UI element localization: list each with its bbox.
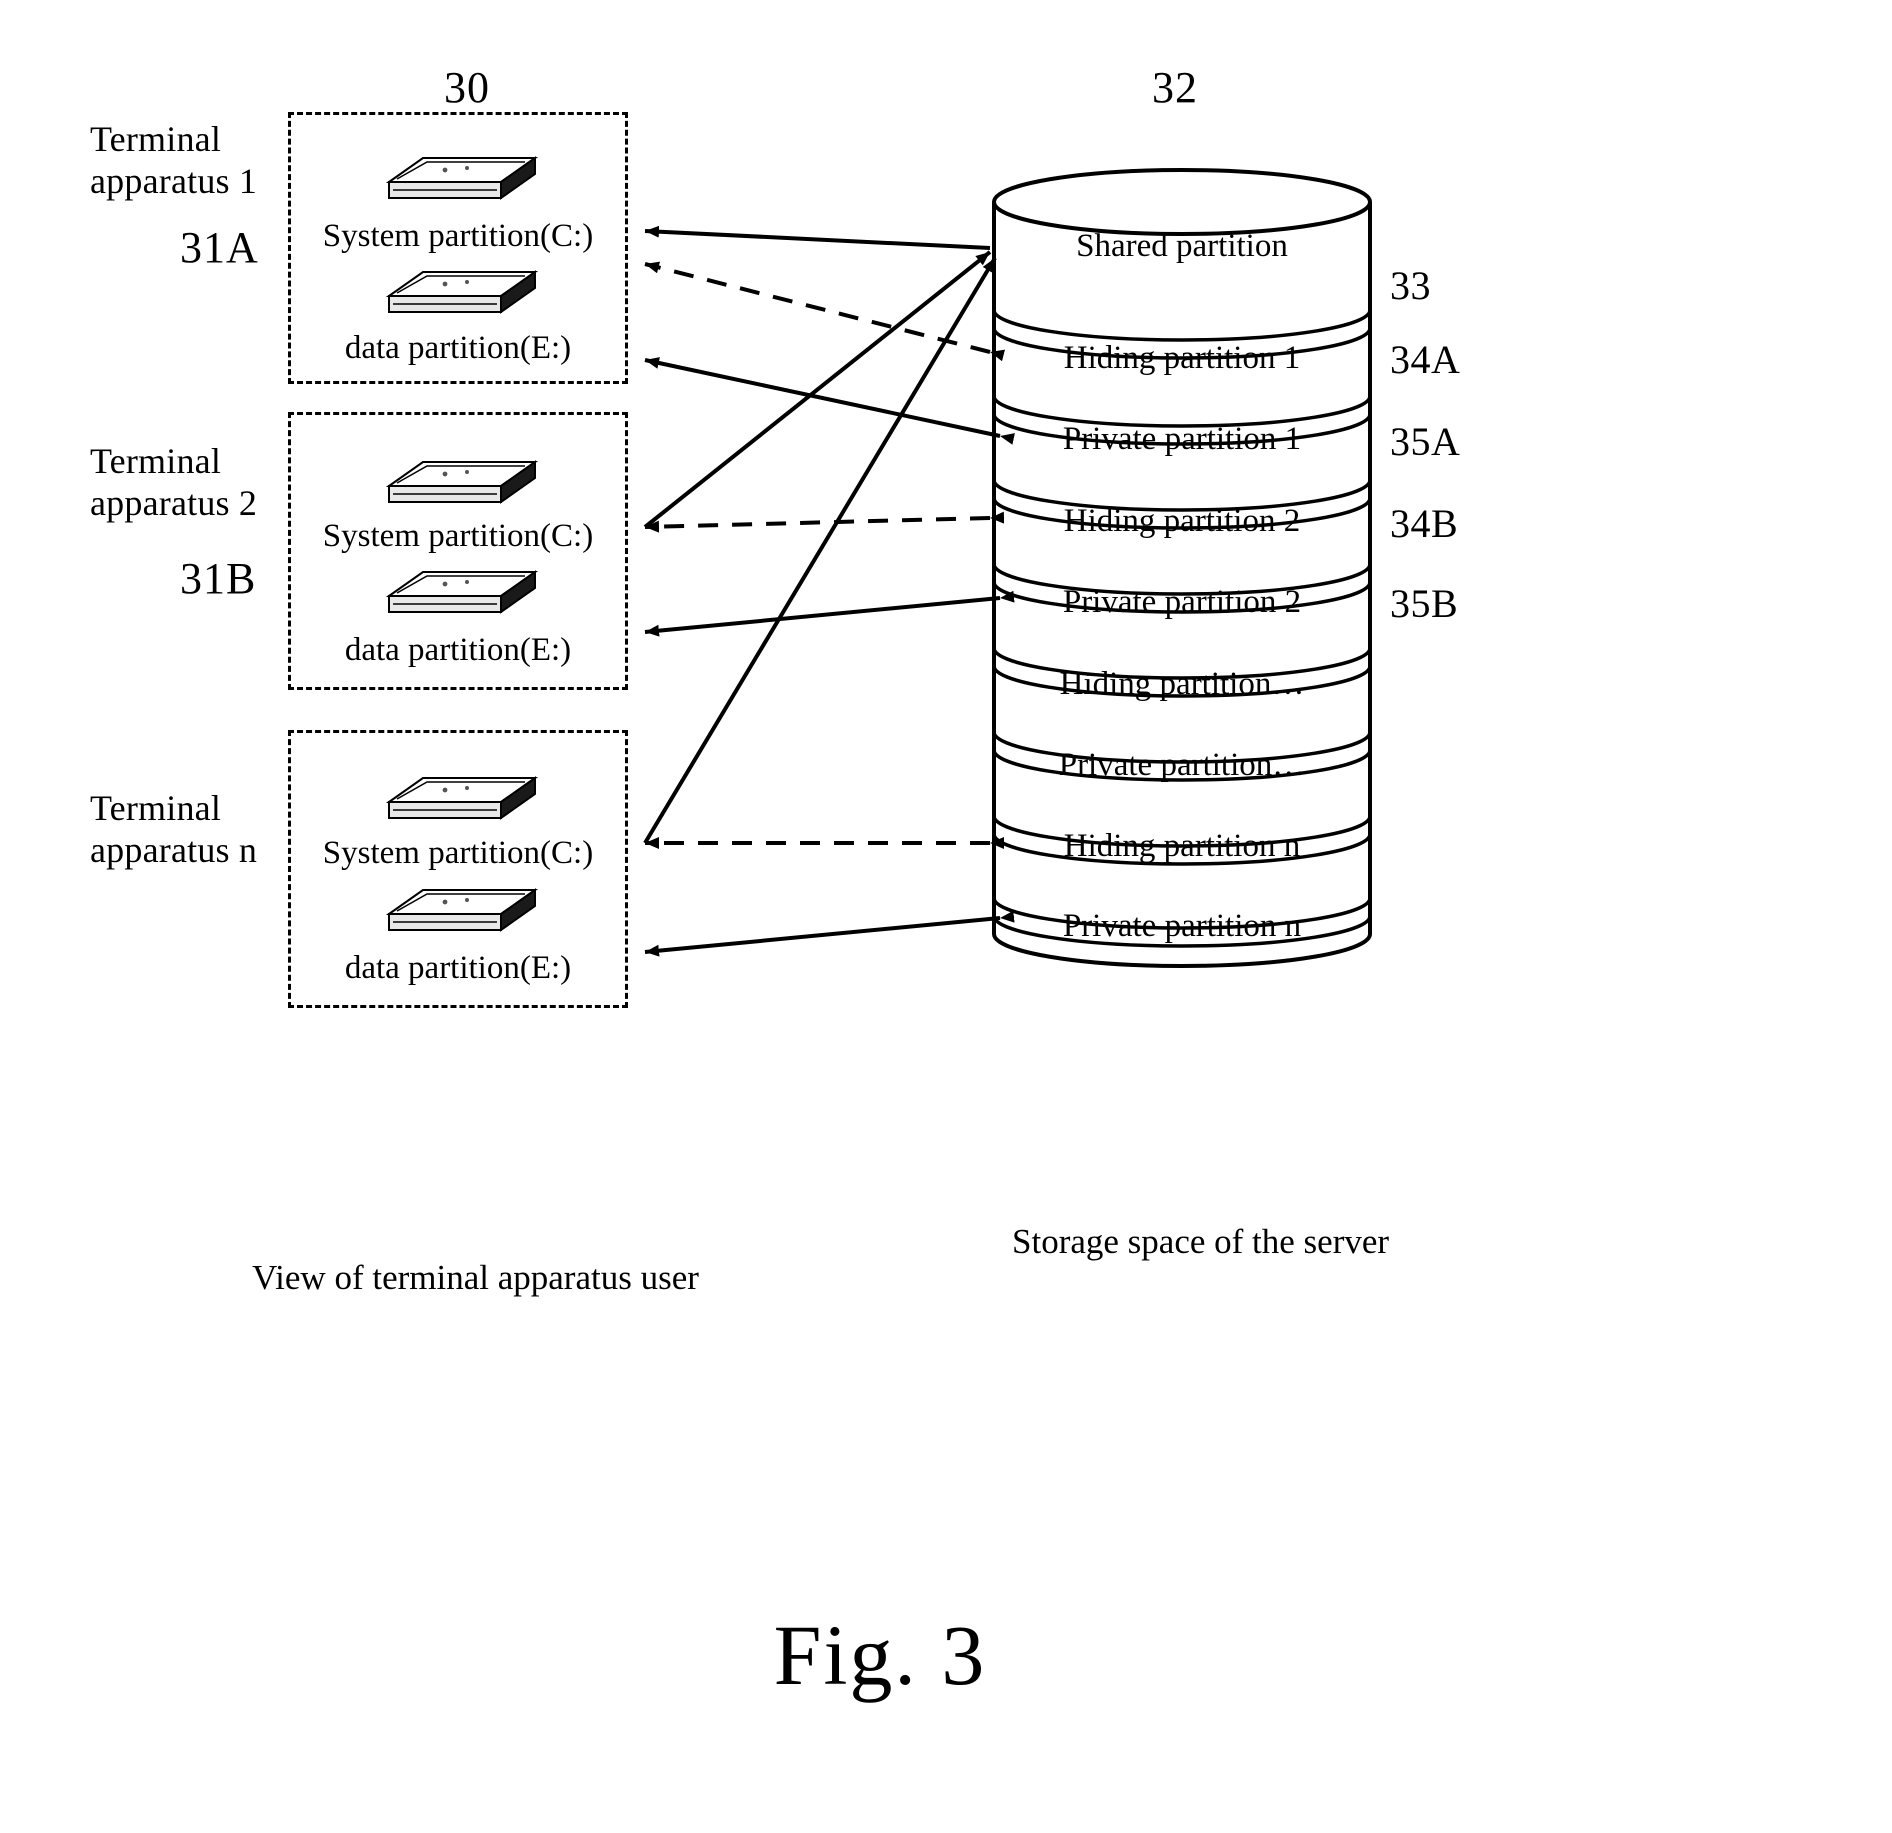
solid-arrow-connector xyxy=(644,590,1015,637)
figure-caption: Fig. 3 xyxy=(773,1607,987,1703)
solid-arrow-connector xyxy=(644,225,991,250)
server-ref-35A: 35A xyxy=(1390,419,1461,464)
server-ref-33: 33 xyxy=(1390,263,1431,308)
server-partition-label-hiding-2: Hiding partition 2 xyxy=(1063,503,1301,539)
solid-arrow-connector xyxy=(644,910,1015,957)
left-caption: View of terminal apparatus user xyxy=(252,1258,699,1297)
server-partition-label-hiding-n: Hiding partition n xyxy=(1063,828,1301,864)
solid-arrow-connector xyxy=(644,357,1015,445)
server-partition-label-hiding-ellipsis: Hiding partition… xyxy=(1059,666,1305,702)
solid-arrow-connector xyxy=(643,250,992,529)
dashed-arrow-connector xyxy=(644,511,1005,533)
server-ref-35B: 35B xyxy=(1390,581,1459,626)
server-partition-label-private-n: Private partition n xyxy=(1062,908,1302,944)
server-partition-label-private-ellipsis: Private partition… xyxy=(1058,747,1306,783)
server-partition-label-private-1: Private partition 1 xyxy=(1062,421,1302,457)
dashed-arrow-connector xyxy=(644,261,1006,362)
server-ref-34B: 34B xyxy=(1390,501,1459,546)
server-partition-label-private-2: Private partition 2 xyxy=(1062,584,1302,620)
server-partition-label-shared: Shared partition xyxy=(1076,228,1288,264)
connector-arrows-layer xyxy=(643,225,1015,957)
patent-figure-page: 30 32 Terminal apparatus 1 31A Terminal … xyxy=(0,0,1892,1833)
server-partition-label-hiding-1: Hiding partition 1 xyxy=(1063,340,1301,376)
right-caption: Storage space of the server xyxy=(1012,1222,1390,1261)
solid-arrow-connector xyxy=(643,256,997,845)
server-ref-34A: 34A xyxy=(1390,337,1461,382)
